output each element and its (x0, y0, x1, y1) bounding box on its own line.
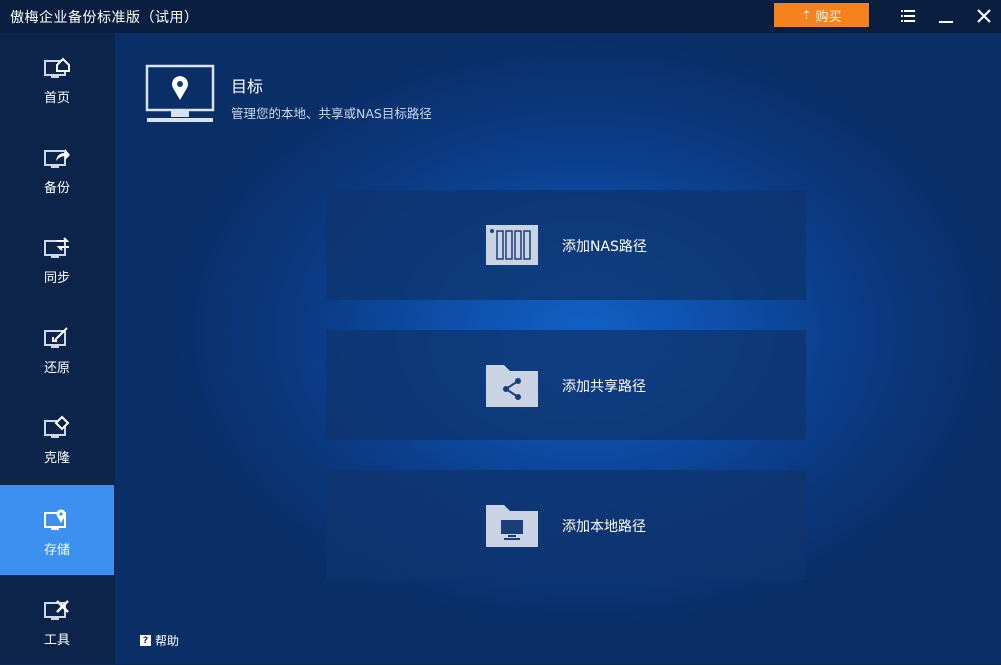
title-bar: 傲梅企业备份标准版（试用） ⇡ 购买 (0, 0, 1001, 33)
card-label: 添加NAS路径 (562, 239, 647, 255)
storage-icon (44, 509, 66, 530)
sidebar-item-label: 还原 (43, 361, 70, 376)
local-folder-icon (486, 505, 538, 547)
sync-icon (44, 237, 70, 258)
card-label: 添加本地路径 (562, 519, 646, 535)
buy-button[interactable]: ⇡ 购买 (774, 3, 869, 27)
target-location-icon (145, 64, 215, 122)
help-label: 帮助 (155, 634, 180, 648)
add-share-path-button[interactable]: 添加共享路径 (326, 330, 806, 440)
sidebar-item-sync[interactable]: 同步 (0, 213, 114, 303)
page-subtitle: 管理您的本地、共享或NAS目标路径 (231, 106, 432, 121)
restore-icon (44, 327, 68, 348)
sidebar-item-label: 首页 (43, 91, 70, 106)
sidebar-item-tools[interactable]: 工具 (0, 575, 114, 665)
sidebar-item-label: 工具 (43, 633, 70, 648)
sidebar-item-clone[interactable]: 克隆 (0, 393, 114, 483)
close-icon (977, 9, 991, 23)
sidebar-item-backup[interactable]: 备份 (0, 123, 114, 213)
sidebar: 首页 备份 同步 还原 克隆 存储 工具 (0, 33, 115, 664)
help-link[interactable]: ? 帮助 (140, 632, 179, 649)
menu-button[interactable] (895, 5, 921, 27)
card-label: 添加共享路径 (562, 379, 646, 395)
menu-icon (901, 10, 915, 22)
buy-label: 购买 (815, 9, 842, 25)
minimize-icon (939, 21, 953, 23)
sidebar-item-restore[interactable]: 还原 (0, 303, 114, 393)
share-folder-icon (486, 365, 538, 407)
buy-arrow-icon: ⇡ (801, 8, 812, 22)
backup-icon (44, 149, 70, 168)
add-local-path-button[interactable]: 添加本地路径 (326, 470, 806, 580)
close-button[interactable] (971, 5, 997, 27)
sidebar-item-home[interactable]: 首页 (0, 33, 114, 123)
tools-icon (44, 600, 69, 620)
sidebar-item-label: 同步 (43, 271, 70, 286)
minimize-button[interactable] (933, 5, 959, 27)
help-icon: ? (140, 635, 151, 646)
sidebar-item-storage[interactable]: 存储 (0, 485, 114, 575)
nas-icon (486, 225, 538, 265)
home-icon (44, 57, 70, 78)
main-panel: 目标 管理您的本地、共享或NAS目标路径 添加NAS路径 添加共享路径 添加本地… (115, 33, 1001, 664)
page-title: 目标 (231, 77, 264, 96)
clone-icon (44, 415, 70, 438)
add-nas-path-button[interactable]: 添加NAS路径 (326, 190, 806, 300)
app-title: 傲梅企业备份标准版（试用） (10, 10, 199, 26)
sidebar-item-label: 存储 (43, 543, 70, 558)
sidebar-item-label: 克隆 (43, 451, 70, 466)
sidebar-item-label: 备份 (43, 181, 70, 196)
